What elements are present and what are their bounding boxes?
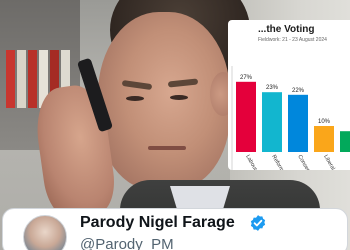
avatar[interactable] [23,215,67,250]
binder [17,50,26,108]
verified-badge-icon [250,215,266,231]
poll-value-label: 22% [292,88,305,94]
poll-bar-chart: 27% Labour 23% Reform UK 22% Conservative 10% L… [231,66,350,170]
mouth [148,146,186,150]
poll-graphic: ...the Voting Fieldwork: 21 - 23 August … [228,20,350,170]
poll-category-label: Liberal Democrat [322,154,348,170]
poll-bar [314,126,334,152]
poll-bar [262,92,282,152]
binder [28,50,37,108]
poll-bar [236,81,256,152]
poll-category-label: Labour [244,154,258,170]
binder [6,50,15,108]
poll-category-label: Conservative [296,154,317,170]
tweet-author-card[interactable]: Parody Nigel Farage @Parody_PM [2,208,348,250]
poll-value-label: 10% [318,119,331,125]
poll-category-label: Reform UK [270,154,289,170]
poll-value-label: 27% [240,75,253,81]
display-name[interactable]: Parody Nigel Farage [80,214,235,232]
poll-bar [340,131,350,152]
eye [126,96,144,101]
user-handle[interactable]: @Parody_PM [80,236,174,250]
eye [170,95,188,100]
poll-bar [288,94,308,152]
poll-value-label: 23% [266,85,279,91]
